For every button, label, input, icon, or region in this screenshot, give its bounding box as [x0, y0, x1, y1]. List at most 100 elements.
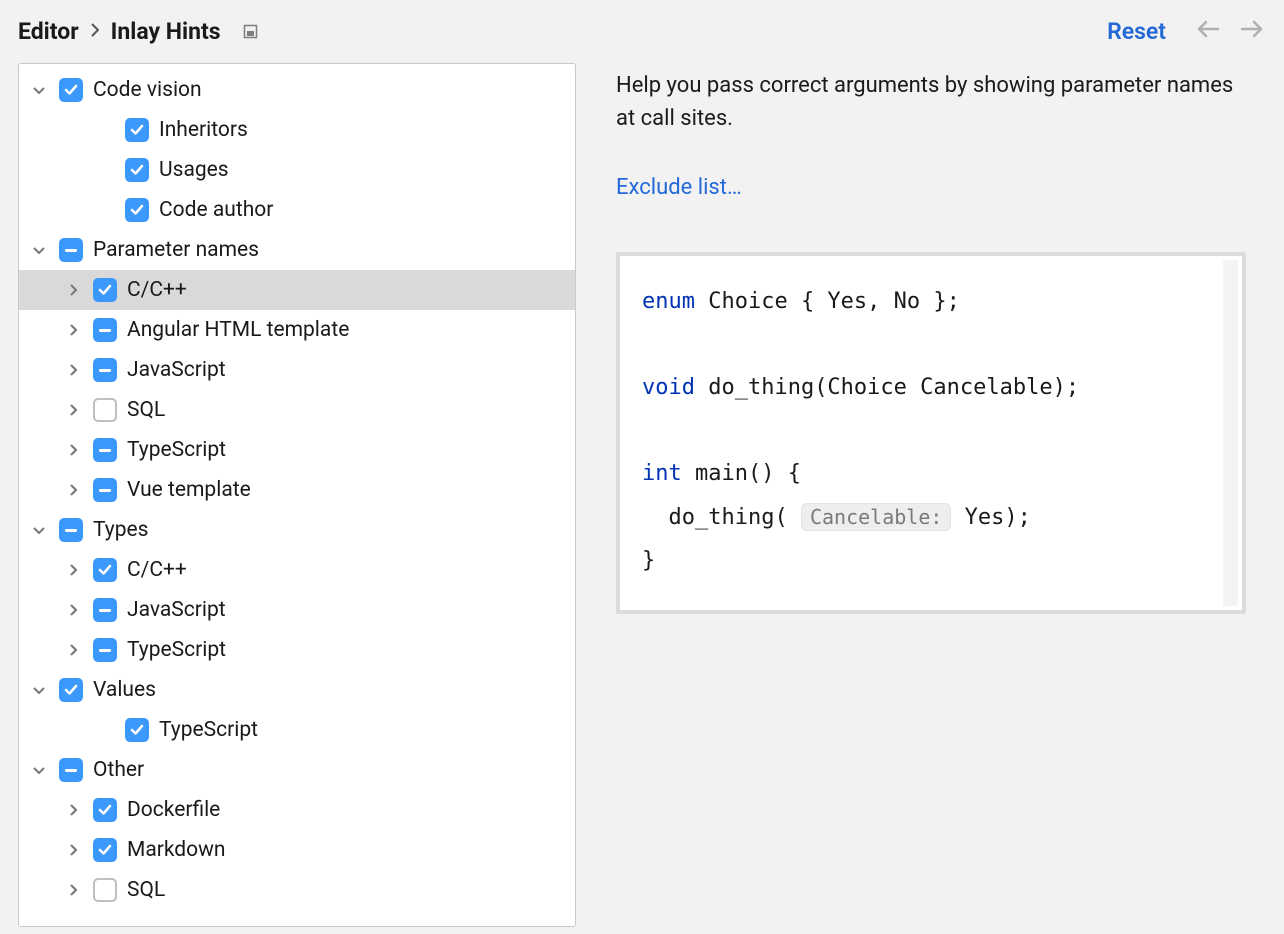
checkbox[interactable]: [93, 798, 117, 822]
code-text: do_thing(: [642, 505, 801, 530]
tree-label: Parameter names: [93, 238, 259, 262]
tree-label: C/C++: [127, 278, 187, 302]
tree-item-types-ccpp[interactable]: C/C++: [19, 550, 575, 590]
chevron-right-icon[interactable]: [61, 878, 85, 902]
exclude-list-link[interactable]: Exclude list…: [616, 175, 742, 200]
chevron-down-icon[interactable]: [27, 78, 51, 102]
checkbox[interactable]: [93, 278, 117, 302]
tree-label: Values: [93, 678, 156, 702]
checkbox[interactable]: [125, 718, 149, 742]
tree-item-param-ts[interactable]: TypeScript: [19, 430, 575, 470]
checkbox-unchecked[interactable]: [93, 398, 117, 422]
tree-label: SQL: [127, 398, 165, 422]
checkbox[interactable]: [125, 118, 149, 142]
tree-item-inheritors[interactable]: Inheritors: [19, 110, 575, 150]
tree-item-code-author[interactable]: Code author: [19, 190, 575, 230]
checkbox[interactable]: [93, 558, 117, 582]
tree-item-param-angular[interactable]: Angular HTML template: [19, 310, 575, 350]
code-text: do_thing(Choice Cancelable);: [695, 375, 1079, 400]
checkbox-mixed[interactable]: [93, 438, 117, 462]
chevron-right-icon[interactable]: [61, 358, 85, 382]
tree-label: JavaScript: [127, 598, 226, 622]
chevron-right-icon[interactable]: [61, 798, 85, 822]
tree-item-other-sql[interactable]: SQL: [19, 870, 575, 910]
checkbox-unchecked[interactable]: [93, 878, 117, 902]
checkbox-mixed[interactable]: [59, 238, 83, 262]
tree-item-param-vue[interactable]: Vue template: [19, 470, 575, 510]
chevron-right-icon[interactable]: [61, 318, 85, 342]
code-preview: enum Choice { Yes, No }; void do_thing(C…: [616, 252, 1246, 614]
chevron-right-icon[interactable]: [61, 478, 85, 502]
settings-tree[interactable]: Code vision Inheritors Usages Code autho…: [18, 63, 576, 927]
tree-item-other[interactable]: Other: [19, 750, 575, 790]
tree-item-values[interactable]: Values: [19, 670, 575, 710]
chevron-right-icon[interactable]: [61, 638, 85, 662]
checkbox[interactable]: [59, 78, 83, 102]
chevron-right-icon: [91, 21, 99, 42]
tree-label: Other: [93, 758, 144, 782]
tree-label: TypeScript: [127, 438, 226, 462]
back-arrow-icon[interactable]: [1196, 19, 1220, 44]
reset-button[interactable]: Reset: [1107, 18, 1166, 45]
checkbox-mixed[interactable]: [59, 758, 83, 782]
checkbox-mixed[interactable]: [93, 318, 117, 342]
tree-item-usages[interactable]: Usages: [19, 150, 575, 190]
tree-label: Angular HTML template: [127, 318, 349, 342]
chevron-down-icon[interactable]: [27, 238, 51, 262]
tree-item-values-ts[interactable]: TypeScript: [19, 710, 575, 750]
code-text: }: [642, 548, 655, 573]
tree-item-param-ccpp[interactable]: C/C++: [19, 270, 575, 310]
tree-item-code-vision[interactable]: Code vision: [19, 70, 575, 110]
tree-label: JavaScript: [127, 358, 226, 382]
chevron-down-icon[interactable]: [27, 518, 51, 542]
chevron-right-icon[interactable]: [61, 558, 85, 582]
chevron-down-icon[interactable]: [27, 678, 51, 702]
code-keyword: int: [642, 461, 682, 486]
tree-label: Types: [93, 518, 149, 542]
tree-label: C/C++: [127, 558, 187, 582]
tree-item-types-js[interactable]: JavaScript: [19, 590, 575, 630]
tree-label: Dockerfile: [127, 798, 220, 822]
checkbox-mixed[interactable]: [93, 358, 117, 382]
code-keyword: enum: [642, 289, 695, 314]
tree-item-param-sql[interactable]: SQL: [19, 390, 575, 430]
breadcrumb-leaf: Inlay Hints: [111, 18, 221, 45]
tree-item-other-md[interactable]: Markdown: [19, 830, 575, 870]
breadcrumb: Editor Inlay Hints: [18, 18, 1107, 45]
tree-label: TypeScript: [159, 718, 258, 742]
checkbox-mixed[interactable]: [59, 518, 83, 542]
checkbox-mixed[interactable]: [93, 478, 117, 502]
code-text: Choice { Yes, No };: [695, 289, 960, 314]
nav-arrows: [1196, 19, 1264, 44]
chevron-right-icon[interactable]: [61, 598, 85, 622]
code-keyword: void: [642, 375, 695, 400]
checkbox[interactable]: [93, 838, 117, 862]
expand-window-icon[interactable]: [243, 24, 258, 39]
code-text: main() {: [682, 461, 801, 486]
chevron-right-icon[interactable]: [61, 278, 85, 302]
tree-item-param-js[interactable]: JavaScript: [19, 350, 575, 390]
content-area: Code vision Inheritors Usages Code autho…: [0, 63, 1284, 927]
checkbox-mixed[interactable]: [93, 598, 117, 622]
chevron-right-icon[interactable]: [61, 438, 85, 462]
scrollbar[interactable]: [1223, 260, 1238, 606]
code-text: Yes);: [951, 505, 1030, 530]
breadcrumb-root[interactable]: Editor: [18, 18, 79, 45]
chevron-right-icon[interactable]: [61, 838, 85, 862]
checkbox-mixed[interactable]: [93, 638, 117, 662]
detail-panel: Help you pass correct arguments by showi…: [616, 63, 1266, 927]
tree-label: Markdown: [127, 838, 226, 862]
tree-item-other-docker[interactable]: Dockerfile: [19, 790, 575, 830]
tree-label: Code author: [159, 198, 273, 222]
tree-item-types[interactable]: Types: [19, 510, 575, 550]
checkbox[interactable]: [59, 678, 83, 702]
chevron-right-icon[interactable]: [61, 398, 85, 422]
chevron-down-icon[interactable]: [27, 758, 51, 782]
forward-arrow-icon[interactable]: [1240, 19, 1264, 44]
tree-item-types-ts[interactable]: TypeScript: [19, 630, 575, 670]
checkbox[interactable]: [125, 198, 149, 222]
checkbox[interactable]: [125, 158, 149, 182]
tree-label: Usages: [159, 158, 229, 182]
tree-item-parameter-names[interactable]: Parameter names: [19, 230, 575, 270]
inlay-hint: Cancelable:: [801, 503, 951, 531]
